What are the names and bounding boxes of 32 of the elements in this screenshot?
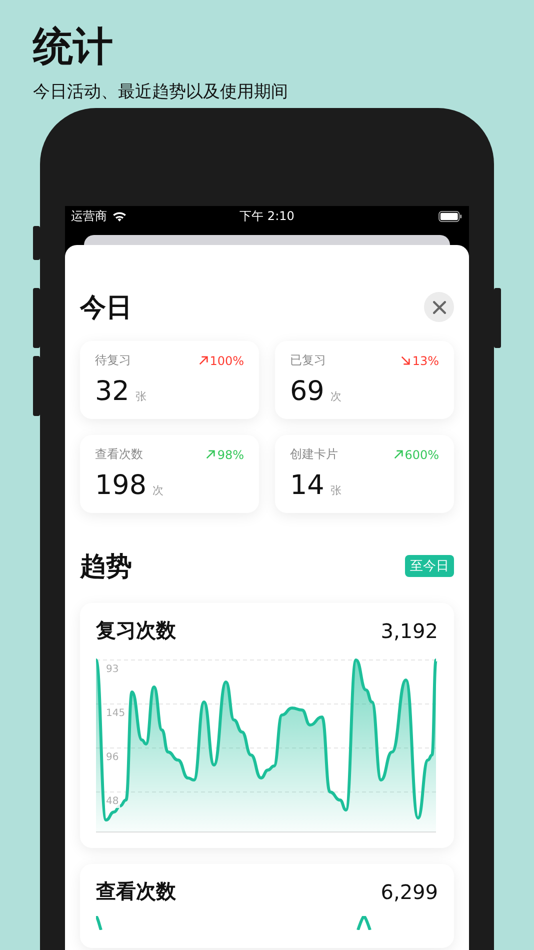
chart-total: 6,299 xyxy=(380,880,438,904)
stat-label: 创建卡片 xyxy=(290,446,338,463)
stat-label: 已复习 xyxy=(290,352,326,369)
section-title: 今日 xyxy=(80,292,132,324)
stat-unit: 次 xyxy=(152,483,164,498)
close-icon xyxy=(432,300,446,314)
section-title: 趋势 xyxy=(80,550,132,584)
stat-value: 32 xyxy=(95,376,130,407)
status-time: 下午 2:10 xyxy=(240,208,294,224)
stat-unit: 次 xyxy=(330,389,342,404)
stat-value: 198 xyxy=(95,470,147,501)
stat-change: 13% xyxy=(412,354,439,368)
stat-label: 待复习 xyxy=(95,352,131,369)
page-title: 统计 xyxy=(33,23,114,72)
chart-title: 查看次数 xyxy=(96,878,176,905)
carrier-label: 运营商 xyxy=(71,208,107,224)
stat-change: 100% xyxy=(210,354,244,368)
stat-value: 69 xyxy=(290,376,324,407)
stat-change: 98% xyxy=(217,448,244,462)
stat-change: 600% xyxy=(404,448,439,462)
close-button[interactable] xyxy=(424,292,454,322)
chart-title: 复习次数 xyxy=(96,617,176,644)
stat-value: 14 xyxy=(290,470,324,501)
chart-total: 3,192 xyxy=(380,618,438,642)
page-subtitle: 今日活动、最近趋势以及使用期间 xyxy=(33,81,289,103)
wifi-icon xyxy=(112,210,127,222)
battery-icon xyxy=(438,210,463,222)
range-badge[interactable]: 至今日 xyxy=(405,555,454,577)
stat-label: 查看次数 xyxy=(95,446,143,463)
axis-label: 48 xyxy=(105,796,120,808)
stat-unit: 张 xyxy=(330,483,342,498)
stat-unit: 张 xyxy=(135,389,146,404)
